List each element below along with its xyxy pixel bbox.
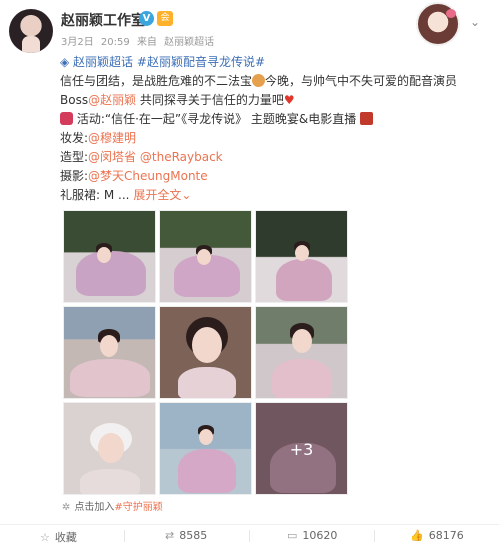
like-button[interactable]: 👍 68176 <box>410 529 464 545</box>
action-bar: ☆ 收藏 ⇄ 8585 ▭ 10620 👍 68176 <box>0 524 499 545</box>
content-line-hair: 妆发:@穆建明 <box>60 129 490 148</box>
author-avatar[interactable] <box>9 9 53 53</box>
super-topic-name[interactable]: #守护丽颖 <box>114 502 162 513</box>
content-line-3: Boss@赵丽颖 共同探寻关于信任的力量吧♥ <box>60 91 490 110</box>
mention-link[interactable]: @theRayback <box>140 150 223 164</box>
divider <box>374 530 375 542</box>
content-text: 礼服裙: M ... <box>60 188 130 202</box>
content-text: 信任与团结，是战胜危难的不二法宝 <box>60 74 253 88</box>
photo-thumbnail-more[interactable]: +3 <box>255 402 348 495</box>
star-icon: ☆ <box>40 531 50 544</box>
photo-thumbnail[interactable] <box>255 306 348 399</box>
fan-avatar[interactable] <box>416 2 460 46</box>
post-time[interactable]: 20:59 <box>101 37 130 48</box>
content-text: 妆发: <box>60 131 89 145</box>
mention-link[interactable]: @穆建明 <box>88 131 136 145</box>
photo-thumbnail[interactable] <box>63 306 156 399</box>
expand-link[interactable]: 展开全文 <box>133 188 181 202</box>
photo-thumbnail[interactable] <box>255 210 348 303</box>
divider <box>124 530 125 542</box>
heart-emoji-icon: ♥ <box>283 93 295 107</box>
favorite-button[interactable]: ☆ 收藏 <box>40 529 77 545</box>
repost-count: 8585 <box>179 529 208 542</box>
super-topic-link[interactable]: ✲ 点击加入#守护丽颖 <box>62 498 163 513</box>
sparkle-icon: ✲ <box>62 502 71 513</box>
heels-emoji-icon <box>360 112 374 125</box>
content-text: 活动:“信任·在一起”《寻龙传说》 主题晚宴&电影直播 <box>76 112 357 126</box>
super-topic-text: 点击加入 <box>74 502 115 513</box>
expand-arrow-icon[interactable]: ⌄ <box>181 188 191 202</box>
content-line-style: 造型:@闵塔省 @theRayback <box>60 148 490 167</box>
topic-link-2[interactable]: #赵丽颖配音寻龙传说# <box>137 55 265 69</box>
content-line-4: 活动:“信任·在一起”《寻龙传说》 主题晚宴&电影直播 <box>60 110 490 129</box>
post-date[interactable]: 3月2日 <box>61 37 94 48</box>
member-badge-icon: 会 <box>157 11 173 26</box>
photo-thumbnail[interactable] <box>63 402 156 495</box>
chevron-down-icon[interactable]: ⌄ <box>470 15 480 29</box>
content-line-photo: 摄影:@梦天CheungMonte <box>60 167 490 186</box>
like-count: 68176 <box>428 529 464 542</box>
weibo-post-card: 赵丽颖工作室 V 会 3月2日 20:59 来自 赵丽颖超话 ⌄ ◈ 赵丽颖超话… <box>0 0 499 545</box>
content-text: 共同探寻关于信任的力量吧 <box>136 93 284 107</box>
author-name[interactable]: 赵丽颖工作室 <box>61 10 145 30</box>
photo-thumbnail[interactable] <box>159 306 252 399</box>
content-text: 摄影: <box>60 169 89 183</box>
content-text: 造型: <box>60 150 89 164</box>
content-line-gown: 礼服裙: M ... 展开全文⌄ <box>60 186 490 205</box>
thumbs-up-icon: 👍 <box>410 529 424 542</box>
mention-link[interactable]: @闵塔省 <box>88 150 136 164</box>
repost-icon: ⇄ <box>165 529 175 542</box>
source-link[interactable]: 赵丽颖超话 <box>164 37 214 48</box>
treasure-emoji-icon <box>252 74 266 87</box>
content-text: 今晚，与帅气中不失可爱的配音演员 <box>265 74 458 88</box>
image-grid: +3 <box>63 210 348 495</box>
divider <box>249 530 250 542</box>
photo-thumbnail[interactable] <box>159 210 252 303</box>
verified-badge-icon: V <box>139 11 154 26</box>
post-content: ◈ 赵丽颖超话 #赵丽颖配音寻龙传说# 信任与团结，是战胜危难的不二法宝 今晚，与… <box>60 53 490 205</box>
photo-thumbnail[interactable] <box>63 210 156 303</box>
post-meta: 3月2日 20:59 来自 赵丽颖超话 <box>61 33 218 48</box>
source-prefix: 来自 <box>136 37 157 48</box>
super-topic-icon: ◈ <box>60 55 74 69</box>
mention-link[interactable]: @赵丽颖 <box>88 93 136 107</box>
repost-button[interactable]: ⇄ 8585 <box>165 529 207 545</box>
topic-link-1[interactable]: 赵丽颖超话 <box>73 55 133 69</box>
mention-link[interactable]: @梦天CheungMonte <box>88 169 208 183</box>
comment-icon: ▭ <box>287 529 298 542</box>
more-images-label[interactable]: +3 <box>256 403 347 494</box>
content-line-2: 信任与团结，是战胜危难的不二法宝 今晚，与帅气中不失可爱的配音演员 <box>60 72 490 91</box>
content-text: Boss <box>60 93 89 107</box>
comment-count: 10620 <box>302 529 338 542</box>
dress-emoji-icon <box>60 112 73 125</box>
comment-button[interactable]: ▭ 10620 <box>287 529 337 545</box>
favorite-label: 收藏 <box>54 531 77 544</box>
photo-thumbnail[interactable] <box>159 402 252 495</box>
topic-line: ◈ 赵丽颖超话 #赵丽颖配音寻龙传说# <box>60 53 490 72</box>
